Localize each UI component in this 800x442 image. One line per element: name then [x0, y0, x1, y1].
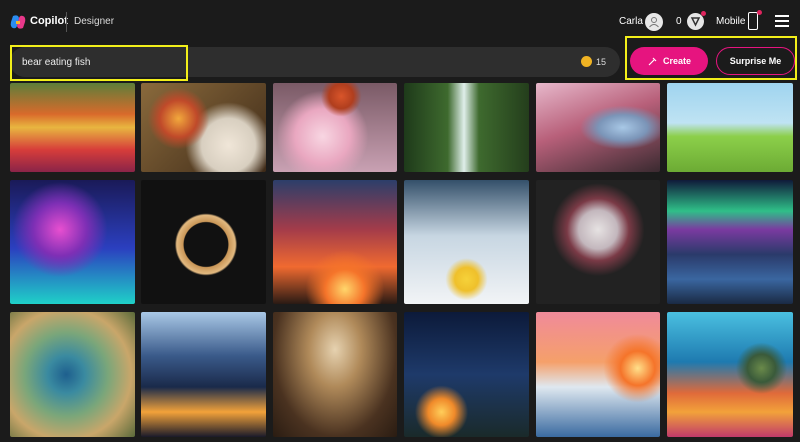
gallery-image-floral-crescent-moon[interactable]	[141, 180, 266, 304]
gallery-image-cowboy-sunset[interactable]	[273, 180, 397, 304]
notification-dot	[757, 10, 762, 15]
gallery-image-polar-bear-iceberg-sunset[interactable]	[536, 312, 660, 437]
gallery-image-library-reader[interactable]	[273, 312, 397, 437]
person-icon	[649, 17, 659, 28]
gallery-image-coral-reef-turtle[interactable]	[667, 312, 793, 437]
product-name[interactable]: Designer	[74, 16, 114, 27]
gallery-image-cherry-blossom-butterfly[interactable]	[273, 83, 397, 172]
gallery-image-city-night-skyline[interactable]	[141, 312, 266, 437]
boost-coin-icon	[581, 56, 592, 67]
gallery-image-forest-waterfall[interactable]	[404, 83, 529, 172]
brand-name[interactable]: Copilot	[30, 15, 68, 27]
phone-icon[interactable]	[748, 12, 758, 30]
gallery-image-tulip-field[interactable]	[10, 83, 135, 172]
gallery-image-blossom-river[interactable]	[536, 83, 660, 172]
boost-count-remaining: 15	[596, 57, 607, 67]
notification-dot	[701, 11, 706, 16]
hamburger-menu-icon[interactable]	[775, 15, 789, 27]
mobile-label[interactable]: Mobile	[716, 16, 745, 27]
gallery-image-camping-night-sky[interactable]	[404, 312, 529, 437]
user-name[interactable]: Carla	[619, 16, 643, 27]
gallery-image-peacock[interactable]	[10, 312, 135, 437]
search-highlight-box	[10, 45, 188, 81]
copilot-logo-icon[interactable]	[10, 14, 26, 30]
create-label: Create	[662, 56, 691, 66]
gallery-image-neon-forest[interactable]	[10, 180, 135, 304]
sparkle-brush-icon	[648, 57, 657, 65]
brand-divider	[66, 12, 67, 32]
gallery-image-flower-bouquet[interactable]	[536, 180, 660, 304]
gallery-image-aurora-coast[interactable]	[667, 180, 793, 304]
gallery-image-kids-flying-kite[interactable]	[667, 83, 793, 172]
create-button[interactable]: Create	[630, 47, 708, 75]
boost-count: 0	[676, 16, 682, 27]
gallery-image-picnic-table[interactable]	[141, 83, 266, 172]
surprise-me-button[interactable]: Surprise Me	[716, 47, 795, 75]
user-avatar[interactable]	[645, 13, 663, 31]
gallery-image-polar-bears-lemonade[interactable]	[404, 180, 529, 304]
